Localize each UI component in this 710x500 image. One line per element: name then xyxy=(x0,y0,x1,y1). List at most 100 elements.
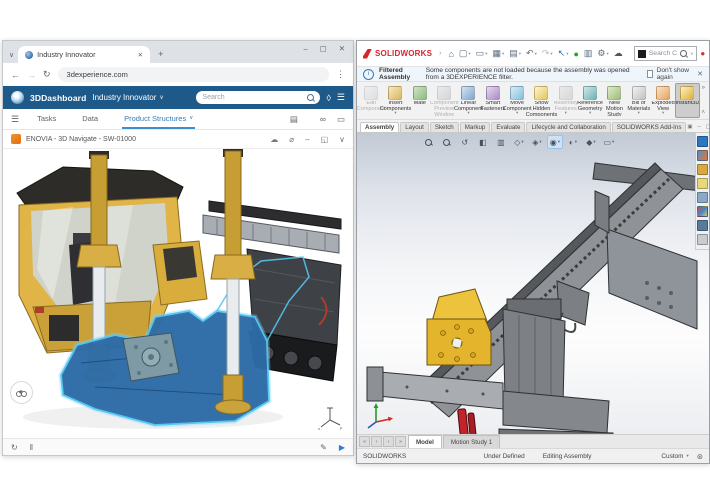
browser-menu-icon[interactable]: ⋮ xyxy=(336,69,345,80)
ribbon-instant3d[interactable]: Instant3D ▾ xyxy=(675,83,700,118)
forward-button[interactable]: → xyxy=(27,70,36,80)
tab-layout[interactable]: Layout xyxy=(400,122,429,132)
ribbon-smart-fasteners[interactable]: Smart Fasteners ▾ xyxy=(480,83,505,118)
open-icon[interactable]: ▭ ▾ xyxy=(476,48,488,59)
command-search-input[interactable]: Search C ∨ xyxy=(633,46,698,61)
orbit-icon[interactable]: ↻ xyxy=(11,443,18,452)
apply-scene-icon[interactable]: ◆ ▾ xyxy=(583,135,599,149)
doc-restore-icon[interactable]: ▢ xyxy=(706,124,710,130)
rebuild-icon[interactable]: ● ▾ xyxy=(573,49,578,59)
tab-evaluate[interactable]: Evaluate xyxy=(491,122,526,132)
redo-icon[interactable]: ↷ ▾ xyxy=(542,48,553,59)
hide-show-items-icon[interactable]: ◉ ▾ xyxy=(546,135,563,149)
cloud-services-icon[interactable]: ☁ ▾ xyxy=(614,48,623,59)
vr-goggles-icon[interactable]: ∞ xyxy=(320,114,326,124)
graphics-area[interactable]: ▾ ▾ ↺ ▾ ◧ ▾ ▥ ▾ xyxy=(357,133,709,434)
home-icon[interactable]: ⌂ ▾ xyxy=(448,49,453,59)
ribbon-exploded-view[interactable]: Exploded View ▾ xyxy=(651,83,675,118)
model-nav-last[interactable]: » xyxy=(395,436,406,447)
dont-show-again-checkbox[interactable] xyxy=(646,70,653,78)
browser-minimize-button[interactable]: – xyxy=(303,44,307,53)
nav-item-data[interactable]: Data ∨ xyxy=(80,109,100,129)
taskpane-custom-properties-icon[interactable] xyxy=(697,220,708,231)
tab-lifecycle-and-collaboration[interactable]: Lifecycle and Collaboration xyxy=(526,122,611,132)
help-lifesaver-icon[interactable]: ● xyxy=(700,49,705,58)
cloud-icon[interactable]: ☁ xyxy=(270,135,278,144)
doc-cascade-icon[interactable]: ▣ xyxy=(687,124,692,130)
minimize-widget-icon[interactable]: – xyxy=(305,135,309,144)
browser-close-button[interactable]: ✕ xyxy=(339,44,345,53)
3d-navigate-viewport[interactable]: x y xyxy=(3,149,353,438)
taskpane-view-palette-icon[interactable] xyxy=(697,192,708,203)
doc-minimize-icon[interactable]: – xyxy=(698,124,701,130)
nav-item-product-structures[interactable]: Product Structures ∨ xyxy=(122,109,196,129)
file-properties-icon[interactable]: ▥ ▾ xyxy=(584,48,593,59)
taskpane-design-library-icon[interactable] xyxy=(697,164,708,175)
tab-solidworks-add-ins[interactable]: SOLIDWORKS Add-Ins xyxy=(611,122,687,132)
tab-close-icon[interactable]: ✕ xyxy=(138,51,143,59)
motion-study-tab[interactable]: Motion Study 1 xyxy=(442,435,501,448)
section-view-icon[interactable]: ◧ ▾ xyxy=(475,135,491,149)
ribbon-bill-of-materials[interactable]: Bill of Materials ▾ xyxy=(627,83,651,118)
play-3d-icon[interactable]: ▶ xyxy=(339,443,345,452)
tab-assembly[interactable]: Assembly xyxy=(360,122,400,132)
zoom-fit-icon[interactable]: ▾ xyxy=(421,135,437,149)
taskpane-collapse-icon[interactable] xyxy=(697,234,708,245)
view-orientation-icon[interactable]: ◇ ▾ xyxy=(511,135,527,149)
view-settings-icon[interactable]: ▭ ▾ xyxy=(601,135,617,149)
ribbon-component-preview-window[interactable]: Component Preview Window ▾ xyxy=(430,83,459,118)
ribbon-insert-components[interactable]: Insert Components ▾ xyxy=(380,83,411,118)
status-globe-icon[interactable]: ⊛ xyxy=(697,452,703,461)
edit-appearance-icon[interactable]: ◐ ▾ xyxy=(565,135,581,149)
tag-icon[interactable]: ◊ xyxy=(326,93,330,103)
taskpane-file-explorer-icon[interactable] xyxy=(697,178,708,189)
new-tab-button[interactable]: + xyxy=(158,49,163,59)
model-nav-prev[interactable]: ‹ xyxy=(371,436,382,447)
back-button[interactable]: ← xyxy=(11,70,20,80)
info-close-icon[interactable]: ✕ xyxy=(697,70,703,78)
collapse-widget-icon[interactable]: ∨ xyxy=(339,135,345,144)
tab-search-icon[interactable]: ∨ xyxy=(9,51,14,59)
attach-icon[interactable]: ⌀ xyxy=(289,135,294,144)
new-document-icon[interactable]: ▢ ▾ xyxy=(459,48,471,59)
ribbon-overflow-icon[interactable]: » xyxy=(702,85,705,91)
ribbon-show-hidden-components[interactable]: Show Hidden Components ▾ xyxy=(526,83,557,118)
menu-expand-icon[interactable]: › xyxy=(439,50,441,57)
address-bar[interactable]: 3dexperience.com xyxy=(57,67,329,82)
display-style-icon[interactable]: ◈ ▾ xyxy=(529,135,545,149)
zoom-area-icon[interactable]: ▾ xyxy=(439,135,455,149)
ribbon-new-motion-study[interactable]: New Motion Study ▾ xyxy=(602,83,626,118)
ribbon-assembly-features[interactable]: Assembly Features ▾ xyxy=(554,83,578,118)
ribbon-linear-component-pattern[interactable]: Linear Component Pattern ▾ xyxy=(454,83,483,118)
browser-maximize-button[interactable]: ▢ xyxy=(320,44,327,53)
select-icon[interactable]: ↖ ▾ xyxy=(558,48,569,59)
taskpane-3dexperience-icon[interactable] xyxy=(697,136,708,147)
print-icon[interactable]: ▤ ▾ xyxy=(509,48,521,59)
previous-view-icon[interactable]: ↺ ▾ xyxy=(457,135,473,149)
app-menu-icon[interactable]: ☰ xyxy=(337,92,345,103)
annotation-views-icon[interactable]: ▥ ▾ xyxy=(493,135,509,149)
tab-sketch[interactable]: Sketch xyxy=(429,122,459,132)
ribbon-collapse-icon[interactable]: ˄ xyxy=(701,110,705,116)
3ddashboard-logo-icon[interactable] xyxy=(11,91,24,104)
pause-icon[interactable]: ‖ xyxy=(30,443,33,452)
undo-icon[interactable]: ↶ ▾ xyxy=(526,48,537,59)
units-selector[interactable]: Custom ▾ xyxy=(661,453,688,460)
ribbon-mate[interactable]: Mate ▾ xyxy=(408,83,432,118)
display-options-icon[interactable]: ▤ xyxy=(290,114,298,125)
reload-button[interactable]: ↻ xyxy=(43,69,51,80)
ambience-button[interactable] xyxy=(10,381,33,404)
ribbon-reference-geometry[interactable]: Reference Geometry ▾ xyxy=(577,83,603,118)
taskpane-appearances-icon[interactable] xyxy=(697,206,708,217)
options-icon[interactable]: ⚙ ▾ xyxy=(597,48,608,59)
browser-tab[interactable]: Industry Innovator ✕ xyxy=(18,46,151,63)
model-nav-first[interactable]: « xyxy=(359,436,370,447)
tab-markup[interactable]: Markup xyxy=(459,122,491,132)
nav-item-tasks[interactable]: Tasks ∨ xyxy=(35,109,58,129)
comments-icon[interactable]: ▭ xyxy=(337,114,345,125)
expand-widget-icon[interactable]: ◱ xyxy=(321,135,329,144)
model-tab[interactable]: Model xyxy=(408,435,442,448)
search-input[interactable]: Search xyxy=(196,91,321,104)
edit-3d-icon[interactable]: ✎ xyxy=(320,443,327,452)
model-nav-next[interactable]: › xyxy=(383,436,394,447)
